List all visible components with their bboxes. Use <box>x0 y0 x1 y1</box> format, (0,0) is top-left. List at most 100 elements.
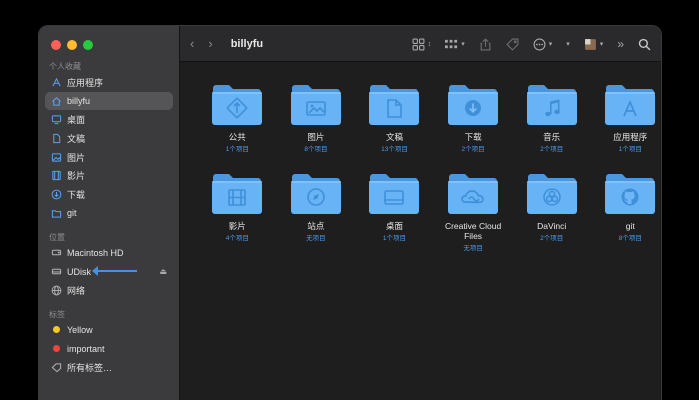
more-toolbar-button[interactable]: » <box>617 37 624 51</box>
tag-color-dot <box>53 345 60 353</box>
forward-chevron-icon[interactable]: › <box>208 36 212 51</box>
updown-icon: ↕ <box>427 40 432 48</box>
desktop-icon <box>50 114 62 126</box>
group-grid-icon <box>445 39 458 48</box>
sidebar-item[interactable]: 应用程序 <box>45 73 173 92</box>
sidebar-item[interactable]: 文稿 <box>45 129 173 148</box>
folder-item-count: 2个项目 <box>461 146 485 153</box>
folder-item[interactable]: 音乐 2个项目 <box>512 82 591 153</box>
group-by-button[interactable]: ▾ <box>445 38 465 51</box>
sidebar-section-favorites: 个人收藏 <box>49 62 81 71</box>
folder-item[interactable]: 下载 2个项目 <box>434 82 513 153</box>
sidebar-item[interactable]: 桌面 <box>45 110 173 129</box>
folder-item-count: 8个项目 <box>304 146 328 153</box>
zoom-button[interactable] <box>83 40 93 50</box>
action-menu-button[interactable]: ▾ <box>533 38 552 51</box>
folder-item-count: 2个项目 <box>540 146 564 153</box>
folder-item[interactable]: 影片 4个项目 <box>198 171 277 252</box>
window-controls <box>51 40 93 50</box>
sidebar-section-tags: 标签 <box>49 309 65 319</box>
sidebar-item-label: 影片 <box>67 171 86 182</box>
external-disk-icon <box>50 266 62 278</box>
folder-name: 图片 <box>307 132 325 142</box>
pictures-folder-icon <box>290 82 342 126</box>
sidebar-item[interactable]: UDisk ⏏ <box>45 262 173 281</box>
sidebar-item[interactable]: 网络 <box>45 281 173 300</box>
sidebar-item-label: 桌面 <box>67 115 86 126</box>
movies-icon <box>50 170 62 182</box>
folder-item[interactable]: 图片 8个项目 <box>277 82 356 153</box>
folder-name: 桌面 <box>385 221 403 231</box>
eject-icon[interactable]: ⏏ <box>159 267 167 276</box>
sidebar-item[interactable]: billyfu <box>45 91 173 111</box>
preview-icon <box>584 38 596 50</box>
sidebar-item[interactable]: 图片 <box>45 148 173 167</box>
sidebar-item[interactable]: important <box>45 339 173 358</box>
search-button[interactable] <box>638 38 651 51</box>
folder-name: 影片 <box>228 221 246 231</box>
folder-name: 站点 <box>307 221 325 231</box>
movies-folder-icon <box>211 171 263 215</box>
folder-item[interactable]: 文稿 13个项目 <box>355 82 434 153</box>
document-icon <box>50 132 62 144</box>
share-button[interactable] <box>479 37 492 51</box>
sidebar-item-label: git <box>67 208 77 219</box>
sidebar-item-label: UDisk <box>67 266 91 277</box>
downloads-icon <box>50 188 62 200</box>
folder-item[interactable]: 站点 无项目 <box>277 171 356 252</box>
sidebar-section-locations: 位置 <box>49 232 65 242</box>
sidebar-item[interactable]: Macintosh HD <box>45 244 173 263</box>
folder-item[interactable]: Creative Cloud Files 无项目 <box>434 171 513 252</box>
dropdown-button[interactable]: ▾ <box>566 40 570 48</box>
folder-item[interactable]: git 8个项目 <box>591 171 661 252</box>
back-chevron-icon[interactable]: ‹ <box>190 36 194 51</box>
folder-name: DaVinci <box>537 221 567 231</box>
sidebar-item-label: Yellow <box>67 324 93 335</box>
folder-item-count: 无项目 <box>306 235 326 242</box>
public-folder-icon <box>211 82 263 126</box>
sidebar-item[interactable]: 所有标签… <box>45 358 173 377</box>
folder-item-count: 13个项目 <box>381 146 408 153</box>
folder-item-count: 4个项目 <box>225 235 249 242</box>
creative-cloud-folder-icon <box>447 171 499 215</box>
close-button[interactable] <box>51 40 61 50</box>
preview-button[interactable]: ▾ <box>584 38 604 51</box>
sidebar-item-label: 下载 <box>67 189 86 200</box>
sidebar: 个人收藏 应用程序 billyfu 桌面文稿图片影片下载 git 位置 Macinto… <box>39 26 180 400</box>
chevron-down-icon: ▾ <box>599 41 604 48</box>
home-icon <box>50 95 62 107</box>
sidebar-item[interactable]: 下载 <box>45 185 173 204</box>
tag-button[interactable] <box>506 38 519 51</box>
folder-name: Creative Cloud Files <box>444 221 502 241</box>
finder-window: 个人收藏 应用程序 billyfu 桌面 文稿 图片 影片 下载 git 位置 Macinto… <box>38 25 662 400</box>
tag-color-dot <box>53 326 60 334</box>
folder-item[interactable]: 桌面 1个项目 <box>355 171 434 252</box>
sites-folder-icon <box>290 171 342 215</box>
toolbar: ‹ › billyfu ↕ ▾ ▾ ▾ ▾ » <box>180 26 661 62</box>
icon-grid-icon <box>412 38 425 50</box>
sidebar-item[interactable]: 影片 <box>45 166 173 185</box>
sidebar-item-label: 网络 <box>67 285 86 296</box>
search-icon <box>638 38 651 50</box>
toolbar-actions: ↕ ▾ ▾ ▾ ▾ » <box>412 26 651 62</box>
folder-grid: 公共 1个项目 图片 8个项目 文稿 13个项目 下载 2个项目 音乐 2个项目 <box>180 62 661 252</box>
ellipsis-circle-icon <box>533 38 546 50</box>
folder-item[interactable]: 应用程序 1个项目 <box>591 82 661 153</box>
desktop-folder-icon <box>368 171 420 215</box>
share-icon <box>480 37 491 50</box>
sidebar-item[interactable]: git <box>45 204 173 223</box>
music-folder-icon <box>526 82 578 126</box>
folder-item[interactable]: DaVinci 2个项目 <box>512 171 591 252</box>
tag-icon <box>506 38 519 51</box>
sidebar-item-label: 文稿 <box>67 133 86 144</box>
folder-item[interactable]: 公共 1个项目 <box>198 82 277 153</box>
github-folder-icon <box>604 171 656 215</box>
sidebar-item-label: billyfu <box>67 96 91 107</box>
sidebar-item[interactable]: Yellow <box>45 321 173 340</box>
minimize-button[interactable] <box>67 40 77 50</box>
pictures-icon <box>50 151 62 163</box>
folder-name: 应用程序 <box>613 132 648 142</box>
sidebar-list: 个人收藏 应用程序 billyfu 桌面文稿图片影片下载 git 位置 Macinto… <box>39 60 179 377</box>
view-mode-button[interactable]: ↕ <box>412 38 432 51</box>
sidebar-item-label: 应用程序 <box>67 77 104 88</box>
